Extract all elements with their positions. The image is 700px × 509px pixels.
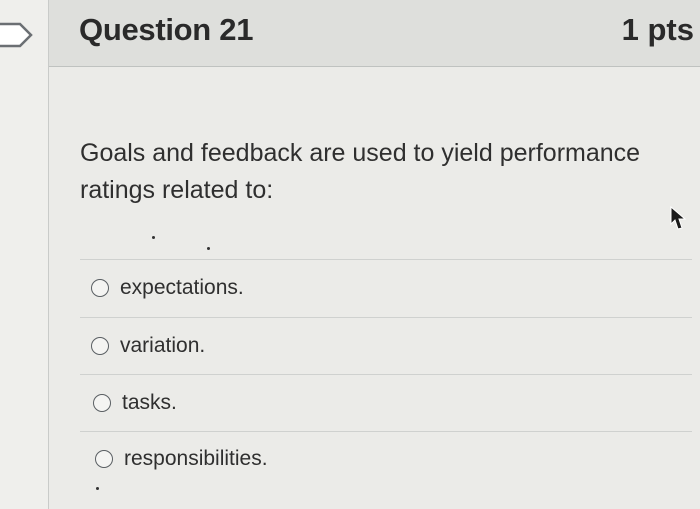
radio-button[interactable]	[91, 337, 109, 355]
flag-icon[interactable]	[0, 22, 34, 48]
divider	[80, 431, 692, 432]
answer-option-variation[interactable]: variation.	[91, 331, 205, 361]
radio-button[interactable]	[91, 279, 109, 297]
question-header: Question 21 1 pts	[49, 0, 700, 67]
answer-option-expectations[interactable]: expectations.	[91, 273, 244, 303]
radio-button[interactable]	[93, 394, 111, 412]
divider	[80, 259, 692, 260]
answer-label: responsibilities.	[124, 447, 268, 470]
screen-speck	[207, 247, 210, 250]
cursor-icon	[670, 206, 687, 230]
radio-button[interactable]	[95, 450, 113, 468]
screen-speck	[152, 236, 155, 239]
question-points: 1 pts	[621, 12, 694, 47]
answer-label: variation.	[120, 334, 206, 357]
question-title: Question 21	[79, 12, 254, 47]
screen-speck	[96, 487, 99, 490]
question-body: Goals and feedback are used to yield per…	[49, 67, 700, 509]
divider	[80, 317, 692, 318]
answer-option-responsibilities[interactable]: responsibilities.	[95, 444, 268, 474]
answer-option-tasks[interactable]: tasks.	[93, 388, 177, 418]
left-gutter	[0, 0, 49, 509]
divider	[80, 374, 692, 375]
answer-label: expectations.	[120, 276, 244, 299]
question-text: Goals and feedback are used to yield per…	[80, 139, 641, 204]
answer-label: tasks.	[122, 391, 177, 414]
